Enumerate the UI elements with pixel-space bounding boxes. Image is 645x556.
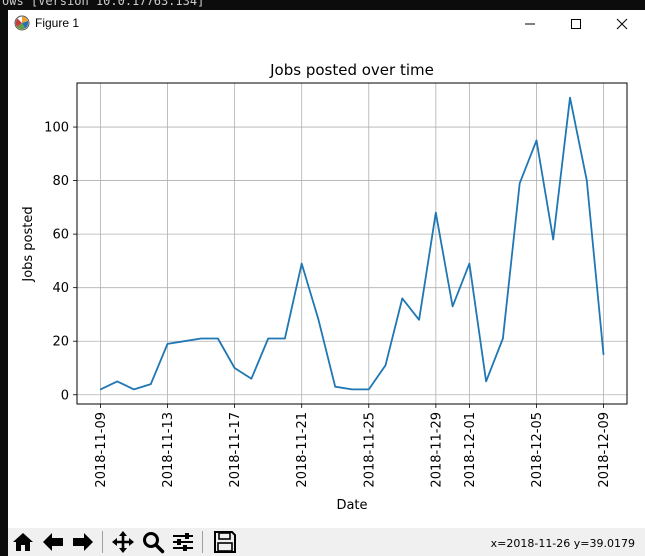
- y-tick-label: 20: [52, 335, 69, 350]
- close-button[interactable]: [599, 10, 645, 37]
- console-edge: [0, 10, 8, 556]
- data-point: [468, 262, 470, 265]
- data-point: [183, 340, 185, 342]
- x-tick-label: 2018-11-25: [362, 412, 377, 488]
- x-axis-label: Date: [336, 498, 367, 513]
- x-tick-label: 2018-11-13: [161, 412, 176, 488]
- y-tick-label: 80: [52, 174, 69, 189]
- console-background: ows [Version 10.0.17763.134]: [0, 0, 645, 10]
- forward-button[interactable]: [69, 529, 97, 555]
- x-tick-label: 2018-12-09: [597, 412, 612, 488]
- zoom-button[interactable]: [139, 529, 167, 555]
- home-button[interactable]: [9, 529, 37, 555]
- x-tick-label: 2018-12-05: [530, 412, 545, 488]
- save-icon: [214, 531, 236, 553]
- back-button[interactable]: [39, 529, 67, 555]
- data-point: [133, 388, 135, 391]
- window-title: Figure 1: [35, 16, 80, 30]
- data-point: [569, 96, 571, 99]
- y-tick-label: 0: [61, 388, 69, 403]
- data-point: [200, 337, 202, 340]
- matplotlib-logo-icon: [14, 15, 30, 31]
- forward-icon: [73, 533, 93, 551]
- data-point: [234, 367, 236, 369]
- data-point: [586, 179, 588, 182]
- data-point: [334, 386, 336, 388]
- back-icon: [43, 533, 63, 551]
- x-tick-label: 2018-11-17: [228, 412, 243, 488]
- data-point: [435, 212, 437, 214]
- home-icon: [13, 533, 33, 551]
- data-point: [267, 337, 269, 340]
- maximize-button[interactable]: [553, 10, 599, 37]
- line-chart[interactable]: 2018-11-09 2018-11-13 2018-11-17 2018-11-21…: [8, 37, 645, 528]
- y-tick-label: 60: [52, 228, 69, 243]
- zoom-icon: [143, 532, 165, 554]
- chart-title: Jobs posted over time: [269, 61, 434, 79]
- title-bar[interactable]: Figure 1: [8, 10, 645, 37]
- data-point: [552, 238, 554, 241]
- jobs-posted-line: [100, 96, 605, 391]
- plot-frame: [76, 82, 628, 405]
- y-axis-label: Jobs posted: [21, 206, 36, 282]
- data-point: [418, 319, 420, 321]
- data-point: [317, 319, 320, 321]
- data-point: [535, 139, 538, 142]
- navigation-toolbar: x=2018-11-26 y=39.0179: [8, 528, 645, 556]
- data-point: [166, 343, 169, 345]
- close-icon: [616, 18, 628, 29]
- coordinate-readout: x=2018-11-26 y=39.0179: [490, 537, 635, 550]
- save-button[interactable]: [211, 529, 239, 555]
- console-text: ows [Version 10.0.17763.134]: [2, 0, 205, 8]
- minimize-button[interactable]: [507, 10, 553, 37]
- data-point: [116, 380, 118, 382]
- data-point: [368, 388, 370, 391]
- configure-subplots-icon: [173, 533, 193, 551]
- toolbar-separator: [202, 531, 203, 553]
- pan-button[interactable]: [109, 529, 137, 555]
- data-point: [519, 182, 521, 184]
- x-tick-label: 2018-11-09: [94, 412, 109, 488]
- maximize-icon: [571, 18, 581, 29]
- y-tick-label: 100: [44, 121, 69, 136]
- configure-subplots-button[interactable]: [169, 529, 197, 555]
- minimize-icon: [525, 23, 535, 24]
- y-tick-label: 40: [52, 281, 69, 296]
- pan-icon: [112, 531, 134, 553]
- x-tick-label: 2018-11-21: [295, 412, 310, 488]
- figure-window: Figure 1 2018-11-09 2018-11-13 2018-11-17 2…: [8, 10, 645, 556]
- data-point: [485, 380, 487, 382]
- data-point: [150, 383, 152, 385]
- data-point: [99, 388, 102, 391]
- data-point: [351, 388, 353, 391]
- data-point: [301, 262, 303, 265]
- data-point: [452, 305, 454, 308]
- data-point: [217, 337, 219, 340]
- data-point: [384, 364, 387, 366]
- x-tick-label: 2018-11-29: [429, 412, 444, 488]
- figure-canvas[interactable]: 2018-11-09 2018-11-13 2018-11-17 2018-11-21…: [8, 37, 645, 528]
- toolbar-separator: [102, 531, 103, 553]
- data-point: [250, 378, 252, 380]
- data-point: [284, 337, 286, 340]
- x-tick-label: 2018-12-01: [463, 412, 478, 488]
- data-point: [401, 297, 403, 299]
- data-point: [602, 354, 605, 356]
- data-point: [502, 337, 504, 340]
